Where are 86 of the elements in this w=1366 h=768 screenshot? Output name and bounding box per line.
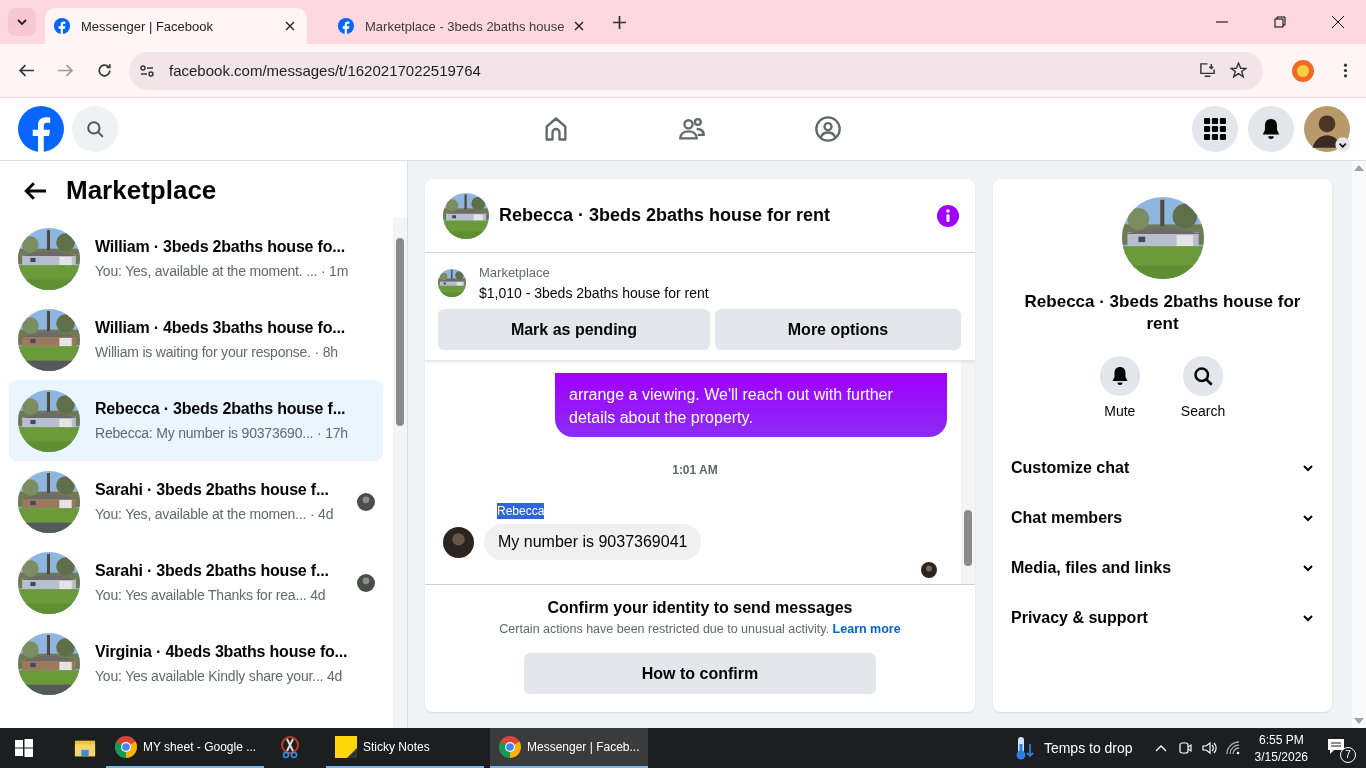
scrollbar[interactable] bbox=[961, 361, 975, 584]
chevron-down-icon bbox=[16, 16, 28, 28]
site-settings-icon[interactable] bbox=[139, 62, 155, 79]
taskbar-app[interactable]: Messenger | Faceb... bbox=[490, 728, 648, 768]
bell-icon bbox=[1260, 118, 1282, 140]
clock[interactable]: 6:55 PM 3/15/2026 bbox=[1254, 732, 1308, 764]
notice-title: Confirm your identity to send messages bbox=[547, 599, 853, 617]
outgoing-message: arrange a viewing. We'll reach out with further details about the property. bbox=[555, 373, 947, 437]
new-tab-icon[interactable] bbox=[613, 16, 626, 29]
facebook-logo-icon bbox=[337, 17, 355, 35]
friends-icon[interactable] bbox=[678, 115, 706, 143]
back-arrow-icon[interactable] bbox=[24, 181, 46, 200]
browser-tab[interactable]: Messenger | Facebook bbox=[45, 8, 307, 44]
conversation-item[interactable]: Virginia · 4beds 3baths house fo... You: Yes available Kindly share your... 4d bbox=[9, 623, 383, 704]
conversation-item[interactable]: Sarahi · 3beds 2baths house f... You: Yes, available at the momen... · 4d bbox=[9, 461, 383, 542]
notice-text: Certain actions have been restricted due to unusual activity. Learn more bbox=[499, 622, 901, 636]
bookmark-star-icon[interactable] bbox=[1230, 62, 1247, 79]
facebook-logo-icon bbox=[53, 17, 71, 35]
tab-search-button[interactable] bbox=[8, 8, 36, 36]
conversation-item[interactable]: Rebecca · 3beds 2baths house f... Rebecca: My number is 90373690... · 17h bbox=[9, 380, 383, 461]
notifications-button[interactable] bbox=[1248, 106, 1294, 152]
weather-text[interactable]: Temps to drop bbox=[1043, 740, 1133, 756]
close-icon[interactable] bbox=[1332, 16, 1344, 28]
restore-icon[interactable] bbox=[1274, 16, 1286, 28]
section-header[interactable]: Customize chat bbox=[1011, 443, 1314, 493]
chat-title: Rebecca · 3beds 2baths house for rent bbox=[499, 205, 832, 226]
message-timestamp: 1:01 AM bbox=[671, 463, 719, 477]
volume-icon[interactable] bbox=[1200, 740, 1217, 756]
search-button[interactable] bbox=[1183, 356, 1223, 396]
camera-icon[interactable] bbox=[1176, 740, 1193, 756]
menu-button[interactable] bbox=[1192, 106, 1238, 152]
reload-icon[interactable] bbox=[96, 62, 113, 79]
listing-label: Marketplace bbox=[479, 265, 551, 280]
incoming-message: My number is 9037369041 bbox=[484, 524, 702, 560]
sticky-note-icon bbox=[334, 735, 358, 759]
tab-title: Messenger | Facebook bbox=[81, 18, 214, 34]
chevron-down-icon bbox=[1302, 562, 1314, 574]
address-field[interactable]: facebook.com/messages/t/1620217022519764 bbox=[129, 51, 1263, 90]
search-icon bbox=[1193, 366, 1213, 386]
listing-action-button[interactable]: Mark as pending bbox=[438, 309, 710, 350]
taskbar-app[interactable]: MY sheet - Google ... bbox=[106, 728, 264, 768]
avatar bbox=[443, 526, 474, 558]
chevron-down-icon bbox=[1302, 512, 1314, 524]
wifi-icon[interactable] bbox=[1224, 740, 1241, 756]
conversation-item[interactable]: William · 3beds 2baths house fo... You: Yes, available at the moment. ... · 1m bbox=[9, 218, 383, 299]
browser-icon bbox=[114, 735, 138, 759]
listing-title: $1,010 - 3beds 2baths house for rent bbox=[479, 285, 709, 301]
search-icon bbox=[86, 120, 104, 138]
action-label: Mute bbox=[1104, 403, 1136, 419]
conversation-item[interactable]: William · 4beds 3baths house fo... William is waiting for your response. · 8h bbox=[9, 299, 383, 380]
close-icon[interactable] bbox=[574, 21, 585, 31]
seen-avatar bbox=[921, 562, 937, 578]
back-icon[interactable] bbox=[18, 62, 35, 79]
browser-icon bbox=[498, 735, 522, 759]
extension-icon[interactable] bbox=[1291, 58, 1315, 83]
chevron-down-icon bbox=[1302, 462, 1314, 474]
profile-avatar[interactable] bbox=[1304, 106, 1350, 152]
section-header[interactable]: Chat members bbox=[1011, 493, 1314, 543]
notification-count: 7 bbox=[1340, 747, 1356, 763]
notifications-icon[interactable] bbox=[1326, 737, 1346, 757]
scrollbar[interactable] bbox=[393, 218, 407, 728]
details-title: Rebecca · 3beds 2baths house for rent bbox=[1023, 291, 1302, 335]
conversation-item[interactable]: Sarahi · 3beds 2baths house f... You: Yes available Thanks for rea... 4d bbox=[9, 542, 383, 623]
listing-action-button[interactable]: More options bbox=[715, 309, 961, 350]
close-icon[interactable] bbox=[285, 21, 295, 31]
sender-name: Rebecca bbox=[497, 503, 545, 519]
section-header[interactable]: Media, files and links bbox=[1011, 543, 1314, 593]
folder-icon[interactable] bbox=[74, 738, 96, 758]
forward-icon[interactable] bbox=[57, 62, 74, 79]
section-header[interactable]: Privacy & support bbox=[1011, 593, 1314, 643]
how-to-confirm-button[interactable]: How to confirm bbox=[524, 653, 876, 694]
action-label: Search bbox=[1180, 403, 1226, 419]
tab-title: Marketplace - 3beds 2baths house bbox=[365, 18, 565, 34]
chevron-down-icon bbox=[1302, 612, 1314, 624]
facebook-logo-icon[interactable] bbox=[18, 106, 64, 152]
install-app-icon[interactable] bbox=[1199, 62, 1216, 79]
sidebar-title: Marketplace bbox=[66, 175, 217, 206]
learn-more-link[interactable]: Learn more bbox=[832, 622, 901, 636]
scissors-icon bbox=[278, 735, 302, 759]
windows-start-icon[interactable] bbox=[14, 738, 34, 758]
groups-icon[interactable] bbox=[814, 115, 842, 143]
mute-button[interactable] bbox=[1099, 356, 1140, 396]
grid-menu-icon bbox=[1204, 118, 1226, 140]
taskbar-app[interactable]: Sticky Notes bbox=[326, 728, 484, 768]
browser-tab[interactable]: Marketplace - 3beds 2baths house bbox=[329, 8, 581, 44]
info-icon[interactable] bbox=[937, 204, 959, 227]
